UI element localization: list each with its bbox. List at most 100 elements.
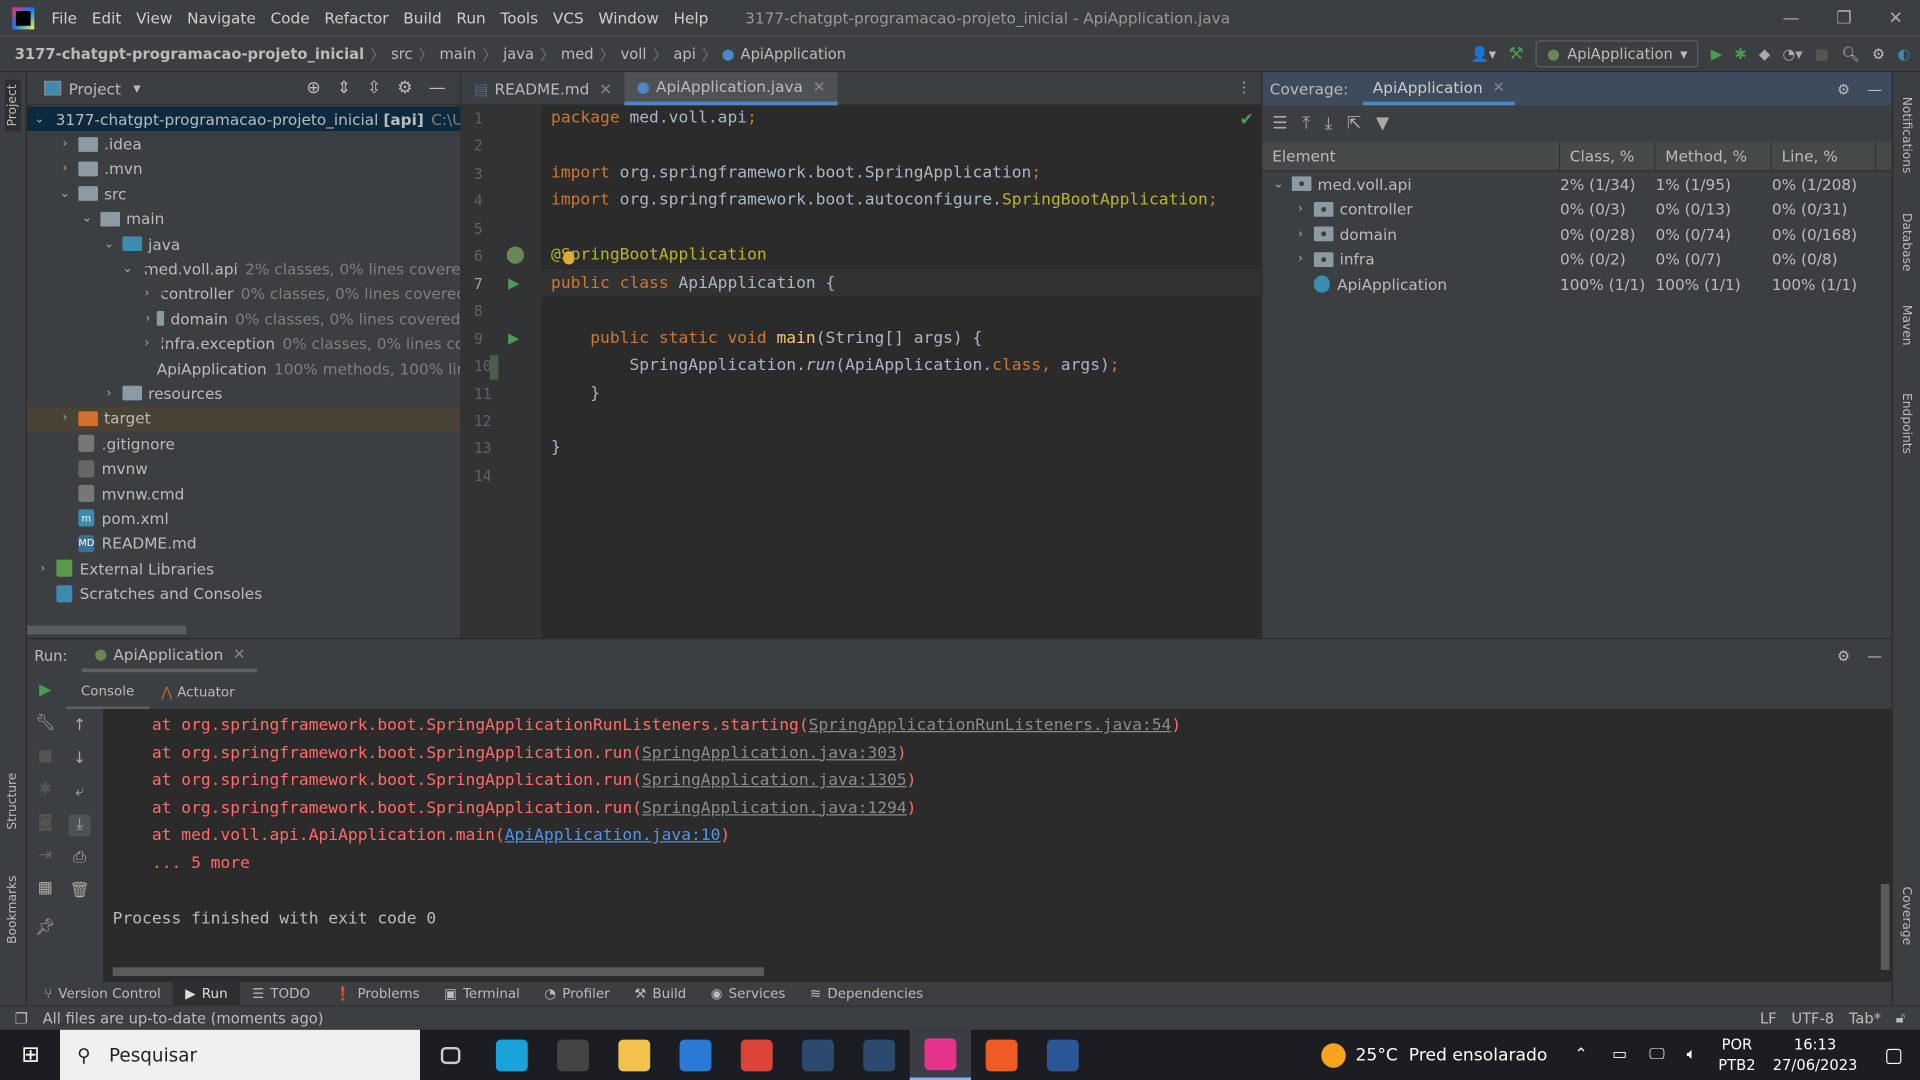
- coverage-row[interactable]: › infra 0% (0/2) 0% (0/7) 0% (0/8): [1262, 247, 1891, 272]
- mail-taskbar-button[interactable]: [665, 1030, 726, 1080]
- filter-icon[interactable]: ▼: [1376, 114, 1389, 134]
- column-header-0[interactable]: Element: [1262, 141, 1561, 171]
- tree-item[interactable]: ApiApplication 100% methods, 100% lir: [27, 356, 463, 381]
- project-title[interactable]: Project: [69, 79, 121, 97]
- chevron-right-icon[interactable]: ›: [56, 137, 73, 150]
- tree-item[interactable]: mvnw.cmd: [27, 481, 460, 506]
- app-taskbar-button[interactable]: [787, 1030, 848, 1080]
- code-line[interactable]: SpringApplication.run(ApiApplication.cla…: [551, 353, 1218, 380]
- chevron-right-icon[interactable]: ›: [1292, 253, 1309, 266]
- tree-item[interactable]: Scratches and Consoles: [27, 581, 460, 606]
- stacktrace-link[interactable]: SpringApplication.java:303: [642, 744, 897, 762]
- coverage-run-icon[interactable]: ◆: [1759, 45, 1770, 62]
- run-config-select[interactable]: ● ApiApplication ▾: [1536, 40, 1699, 68]
- coverage-row[interactable]: ⌄ med.voll.api 2% (1/34) 1% (1/95) 0% (1/208…: [1262, 171, 1891, 196]
- file-encoding[interactable]: UTF-8: [1791, 1010, 1834, 1027]
- breadcrumb-item[interactable]: src: [391, 45, 412, 62]
- file-explorer-taskbar-button[interactable]: [604, 1030, 665, 1080]
- build-hammer-icon[interactable]: ⚒: [1508, 44, 1523, 64]
- tab-readme-md[interactable]: ▤ README.md ✕: [462, 72, 625, 105]
- menu-run[interactable]: Run: [456, 9, 485, 27]
- stripe-bookmarks[interactable]: Bookmarks: [6, 876, 19, 944]
- console-output[interactable]: at org.springframework.boot.SpringApplic…: [102, 708, 1892, 983]
- pin-icon[interactable]: 📌︎: [34, 917, 56, 939]
- more-tabs-icon[interactable]: ⋮: [1237, 78, 1252, 95]
- debug-icon[interactable]: ✱: [1734, 45, 1746, 62]
- stripe-project[interactable]: Project: [4, 79, 21, 132]
- language-indicator[interactable]: POR PTB2: [1718, 1034, 1755, 1076]
- tree-item[interactable]: › resources: [27, 381, 460, 406]
- gear-icon[interactable]: ⚙: [1837, 647, 1850, 664]
- task-view-taskbar-button[interactable]: [420, 1030, 481, 1080]
- chevron-right-icon[interactable]: ›: [1292, 227, 1309, 240]
- wrench-icon[interactable]: 🔧︎: [34, 713, 56, 735]
- toolwindow-profiler[interactable]: ◔ Profiler: [532, 981, 622, 1005]
- scroll-to-end-icon[interactable]: ⤓: [68, 814, 91, 837]
- expand-all-icon[interactable]: ⇕: [337, 78, 351, 98]
- menu-tools[interactable]: Tools: [500, 9, 538, 27]
- column-header-1[interactable]: Class, %: [1560, 141, 1656, 171]
- volume-icon[interactable]: 🔈︎: [1687, 1046, 1697, 1064]
- menu-navigate[interactable]: Navigate: [187, 9, 256, 27]
- tree-item[interactable]: › controller 0% classes, 0% lines covered: [27, 281, 466, 306]
- code-line[interactable]: import org.springframework.boot.autoconf…: [551, 188, 1218, 215]
- network-icon[interactable]: 🖵︎: [1649, 1046, 1664, 1064]
- weather-icon[interactable]: [1321, 1042, 1346, 1068]
- chevron-down-icon[interactable]: ⌄: [122, 262, 132, 275]
- code-line[interactable]: }: [551, 380, 1218, 407]
- tree-item[interactable]: › infra.exception 0% classes, 0% lines cov…: [27, 331, 482, 356]
- store-taskbar-button[interactable]: [542, 1030, 603, 1080]
- tree-item[interactable]: ⌄ main: [27, 206, 460, 231]
- user-icon[interactable]: 👤▾: [1470, 45, 1496, 62]
- gear-icon[interactable]: ⚙: [397, 78, 412, 98]
- chevron-down-icon[interactable]: ▾: [133, 80, 140, 97]
- stacktrace-link[interactable]: SpringApplication.java:1294: [642, 799, 907, 817]
- coverage-row[interactable]: › controller 0% (0/3) 0% (0/13) 0% (0/31): [1262, 197, 1891, 222]
- restore-button[interactable]: ❐: [1836, 8, 1851, 28]
- console-vertical-scrollbar[interactable]: [1880, 884, 1890, 970]
- toolwindow-run[interactable]: ▶ Run: [173, 980, 240, 1006]
- tree-item[interactable]: ⌄ java: [27, 231, 460, 256]
- code-line[interactable]: [551, 463, 1218, 490]
- menu-view[interactable]: View: [136, 9, 172, 27]
- toolwindow-problems[interactable]: ❗ Problems: [322, 981, 431, 1005]
- menu-help[interactable]: Help: [673, 9, 708, 27]
- chevron-right-icon[interactable]: ›: [56, 162, 73, 175]
- minimize-button[interactable]: —: [1782, 8, 1799, 28]
- notifications-icon[interactable]: ▢: [1884, 1043, 1903, 1066]
- plugin-icon[interactable]: ◐: [1897, 45, 1910, 62]
- code-line[interactable]: public static void main(String[] args) {: [551, 325, 1218, 352]
- camera-icon[interactable]: ◙: [34, 812, 56, 834]
- chrome-taskbar-button[interactable]: [726, 1030, 787, 1080]
- code-line[interactable]: import org.springframework.boot.SpringAp…: [551, 160, 1218, 187]
- run-class-icon[interactable]: ▶: [508, 274, 519, 291]
- battery-icon[interactable]: ▭: [1612, 1046, 1627, 1064]
- chevron-down-icon[interactable]: ⌄: [100, 237, 117, 250]
- taskbar-search[interactable]: ⚲ Pesquisar: [60, 1029, 421, 1080]
- tree-item[interactable]: › .mvn: [27, 156, 460, 181]
- navigate-down-icon[interactable]: ⤓: [1325, 114, 1333, 134]
- close-icon[interactable]: ✕: [813, 77, 826, 95]
- menu-build[interactable]: Build: [403, 9, 441, 27]
- rerun-icon[interactable]: ▶: [34, 680, 56, 702]
- breadcrumb-item[interactable]: 3177-chatgpt-programacao-projeto_inicial: [15, 45, 364, 62]
- chevron-down-icon[interactable]: ⌄: [34, 112, 44, 125]
- gear-icon[interactable]: ⚙: [1872, 45, 1885, 62]
- code-line[interactable]: [551, 133, 1218, 160]
- close-icon[interactable]: ✕: [233, 645, 245, 662]
- chevron-down-icon[interactable]: ⌄: [1270, 177, 1287, 190]
- toolwindow-services[interactable]: ◉ Services: [698, 981, 797, 1005]
- stop-icon[interactable]: ■: [1815, 45, 1829, 62]
- toolwindow-version-control[interactable]: ⑂ Version Control: [32, 981, 173, 1005]
- column-header-3[interactable]: Line, %: [1772, 141, 1876, 171]
- coverage-tab[interactable]: ApiApplication ✕: [1362, 72, 1515, 106]
- tree-item[interactable]: › .idea: [27, 131, 460, 156]
- tree-item[interactable]: › target: [26, 406, 461, 432]
- exit-icon[interactable]: ⇥: [34, 845, 56, 867]
- start-button[interactable]: ⊞: [0, 1030, 61, 1080]
- word-taskbar-button[interactable]: [1032, 1030, 1093, 1080]
- tree-item[interactable]: › External Libraries: [27, 556, 460, 581]
- breadcrumb-item[interactable]: main: [439, 45, 476, 62]
- hide-icon[interactable]: —: [1867, 80, 1882, 97]
- run-main-icon[interactable]: ▶: [508, 329, 519, 346]
